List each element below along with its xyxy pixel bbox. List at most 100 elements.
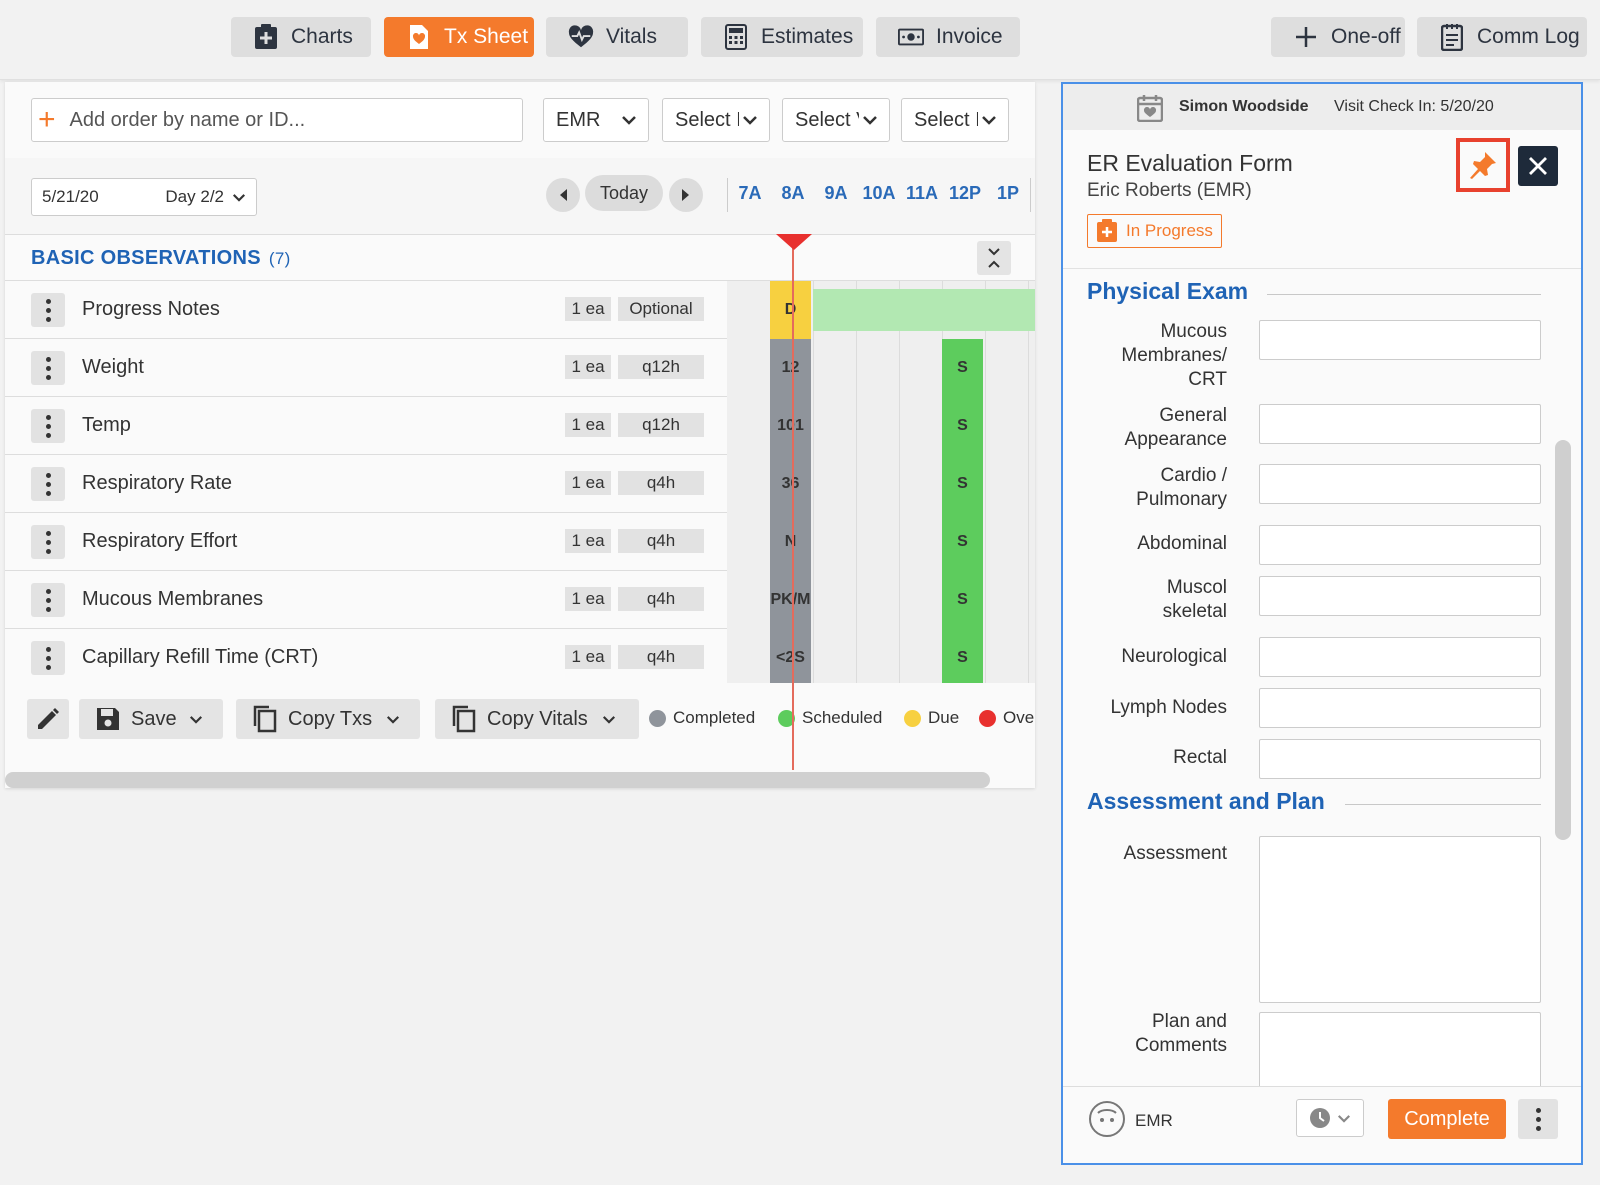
progress-notes-bar[interactable]: [813, 289, 1035, 331]
due-dot: [904, 709, 921, 727]
overdue-dot: [979, 709, 996, 727]
tab-estimates[interactable]: Estimates: [701, 17, 863, 57]
table-row[interactable]: Progress Notes 1 ea Optional D: [5, 281, 1035, 339]
current-value: D: [784, 301, 797, 318]
general-appearance-field[interactable]: [1259, 404, 1541, 444]
hour-label[interactable]: 7A: [730, 183, 770, 204]
chevron-down-icon: [232, 193, 246, 202]
current-hour-cell[interactable]: D: [770, 281, 811, 339]
today-button[interactable]: Today: [585, 175, 663, 211]
grid-line: [899, 397, 900, 455]
assessment-textarea[interactable]: [1259, 836, 1541, 1003]
mucous-membranes-field[interactable]: [1259, 320, 1541, 360]
copy-vitals-button[interactable]: Copy Vitals: [435, 699, 639, 739]
scheduled-cell[interactable]: S: [942, 629, 983, 687]
save-button[interactable]: Save: [79, 699, 223, 739]
legend-label: Completed: [673, 708, 756, 727]
filter-4-value: Select I: [914, 108, 978, 131]
tab-invoice[interactable]: Invoice: [876, 17, 1020, 57]
scheduled-cell[interactable]: S: [942, 455, 983, 513]
filter-select-3[interactable]: Select V: [782, 98, 890, 142]
time-select[interactable]: [1296, 1099, 1364, 1137]
more-options-button[interactable]: [1518, 1099, 1558, 1139]
copy-vitals-label: Copy Vitals: [487, 707, 588, 730]
horizontal-scrollbar[interactable]: [5, 772, 990, 788]
basic-observations-section-header[interactable]: BASIC OBSERVATIONS (7): [5, 234, 1035, 281]
comm-log-button[interactable]: Comm Log: [1417, 17, 1587, 57]
filter-select-2[interactable]: Select I: [662, 98, 770, 142]
table-row[interactable]: Temp 1 ea q12h 101 S: [5, 397, 1035, 455]
lymph-nodes-field[interactable]: [1259, 688, 1541, 728]
patient-name[interactable]: Simon Woodside: [1179, 98, 1308, 116]
scheduled-cell[interactable]: S: [942, 513, 983, 571]
row-menu-button[interactable]: [31, 409, 65, 443]
hour-label[interactable]: 8A: [773, 183, 813, 204]
vertical-scrollbar[interactable]: [1555, 440, 1571, 840]
close-icon: [1529, 157, 1547, 175]
tab-vitals[interactable]: Vitals: [546, 17, 688, 57]
musculoskeletal-field[interactable]: [1259, 576, 1541, 616]
table-row[interactable]: Respiratory Rate 1 ea q4h 36 S: [5, 455, 1035, 513]
hour-label[interactable]: 11A: [902, 183, 942, 204]
legend-overdue: Over: [979, 708, 1035, 728]
complete-button[interactable]: Complete: [1388, 1099, 1506, 1139]
chevron-down-icon: [859, 115, 881, 125]
table-row[interactable]: Capillary Refill Time (CRT) 1 ea q4h <2S…: [5, 629, 1035, 687]
tab-tx-sheet-label: Tx Sheet: [444, 25, 529, 48]
close-button[interactable]: [1518, 146, 1558, 186]
grid-line: [813, 397, 814, 455]
current-hour-cell[interactable]: 101: [770, 397, 811, 455]
hour-label[interactable]: 9A: [816, 183, 856, 204]
row-menu-button[interactable]: [31, 641, 65, 675]
row-menu-button[interactable]: [31, 583, 65, 617]
current-hour-cell[interactable]: PK/M: [770, 571, 811, 629]
current-hour-cell[interactable]: N: [770, 513, 811, 571]
table-row[interactable]: Mucous Membranes 1 ea q4h PK/M S: [5, 571, 1035, 629]
current-value: 36: [781, 475, 800, 492]
row-menu-button[interactable]: [31, 351, 65, 385]
scheduled-text: S: [957, 417, 968, 434]
grid-line: [899, 513, 900, 571]
hour-label[interactable]: 1P: [988, 183, 1028, 204]
collapse-section-button[interactable]: [977, 241, 1011, 275]
neurological-field[interactable]: [1259, 637, 1541, 677]
field-label-plan-comments: Plan and Comments: [1117, 1010, 1227, 1058]
copy-txs-button[interactable]: Copy Txs: [236, 699, 420, 739]
tab-charts[interactable]: Charts: [231, 17, 371, 57]
field-label-abdominal: Abdominal: [1137, 532, 1227, 556]
legend-label: Over: [1003, 708, 1035, 727]
row-menu-button[interactable]: [31, 293, 65, 327]
table-row[interactable]: Respiratory Effort 1 ea q4h N S: [5, 513, 1035, 571]
current-hour-cell[interactable]: <2S: [770, 629, 811, 687]
abdominal-field[interactable]: [1259, 525, 1541, 565]
hour-divider: [727, 178, 728, 212]
grid-line: [899, 339, 900, 397]
filter-select-4[interactable]: Select I: [901, 98, 1009, 142]
edit-button[interactable]: [27, 699, 69, 739]
current-time-line: [792, 242, 794, 770]
hour-label[interactable]: 12P: [945, 183, 985, 204]
tab-tx-sheet[interactable]: Tx Sheet: [384, 17, 534, 57]
scheduled-text: S: [957, 649, 968, 666]
caret-right-icon: [682, 189, 689, 201]
row-menu-button[interactable]: [31, 467, 65, 501]
next-time-button[interactable]: [669, 178, 703, 212]
scheduled-cell[interactable]: S: [942, 397, 983, 455]
row-menu-button[interactable]: [31, 525, 65, 559]
scheduled-cell[interactable]: S: [942, 571, 983, 629]
kebab-icon: [45, 472, 51, 496]
scheduled-text: S: [957, 475, 968, 492]
one-off-button[interactable]: One-off: [1271, 17, 1405, 57]
previous-time-button[interactable]: [546, 178, 580, 212]
current-hour-cell[interactable]: 12: [770, 339, 811, 397]
pin-button[interactable]: [1456, 138, 1510, 192]
hour-label[interactable]: 10A: [859, 183, 899, 204]
cardio-pulmonary-field[interactable]: [1259, 464, 1541, 504]
table-row[interactable]: Weight 1 ea q12h 12 S: [5, 339, 1035, 397]
date-picker[interactable]: 5/21/20 Day 2/2: [31, 178, 257, 216]
scheduled-cell[interactable]: S: [942, 339, 983, 397]
rectal-field[interactable]: [1259, 739, 1541, 779]
filter-emr-select[interactable]: EMR: [543, 98, 649, 142]
current-hour-cell[interactable]: 36: [770, 455, 811, 513]
add-order-input[interactable]: + Add order by name or ID...: [31, 98, 523, 142]
